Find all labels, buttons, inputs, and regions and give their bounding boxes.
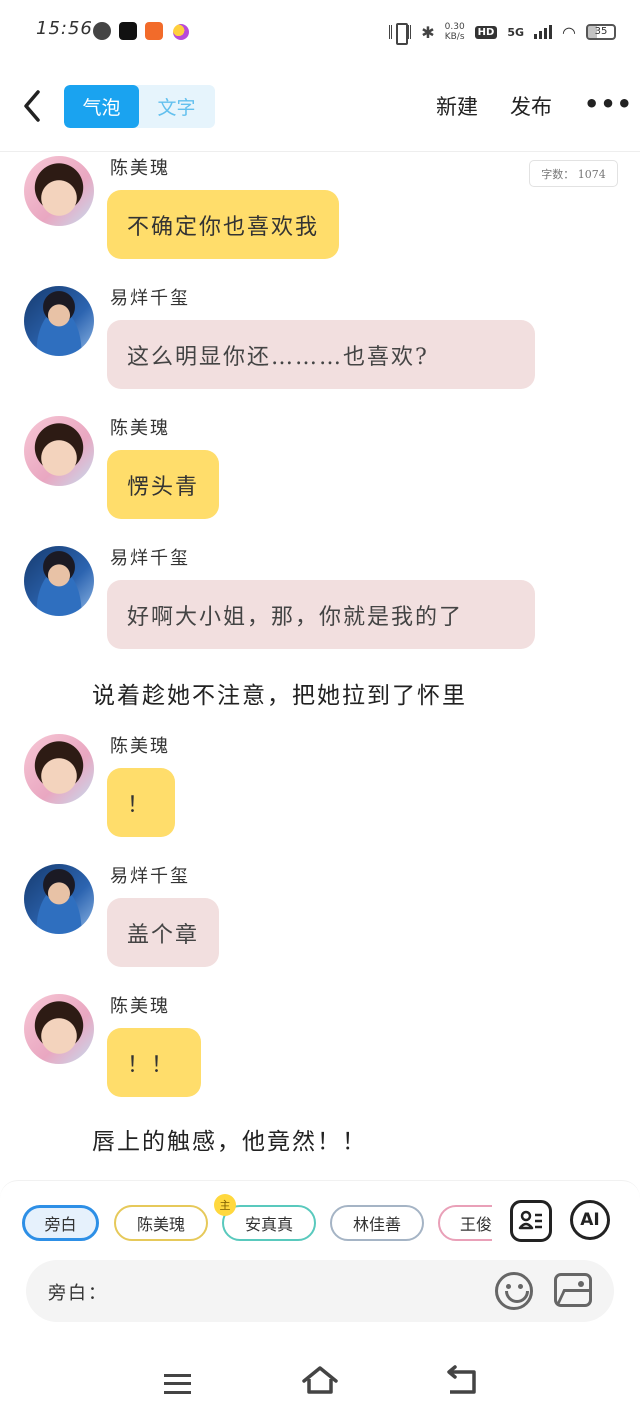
system-nav-bar bbox=[0, 1348, 640, 1422]
tab-text[interactable]: 文字 bbox=[139, 85, 214, 128]
task-app-icon bbox=[145, 22, 163, 40]
mode-switch: 气泡 文字 bbox=[64, 85, 215, 128]
avatar[interactable] bbox=[24, 864, 94, 934]
avatar[interactable] bbox=[24, 994, 94, 1064]
avatar[interactable] bbox=[24, 286, 94, 356]
role-chip[interactable]: 安真真 bbox=[222, 1205, 316, 1241]
role-selector: 旁白 陈美瑰 安真真 林佳善 王俊 bbox=[20, 1203, 492, 1245]
new-button[interactable]: 新建 bbox=[436, 91, 478, 121]
bluetooth-icon: ✱ bbox=[421, 22, 435, 42]
network-speed-value: 0.30 bbox=[444, 22, 465, 32]
status-time: 15:56 bbox=[36, 18, 93, 39]
signal-type: 5G bbox=[507, 25, 525, 39]
publish-button[interactable]: 发布 bbox=[510, 91, 552, 121]
role-chip[interactable]: 王俊 bbox=[438, 1205, 492, 1241]
speaker-name: 陈美瑰 bbox=[110, 996, 170, 1017]
role-chip-narration[interactable]: 旁白 bbox=[22, 1205, 99, 1241]
input-role-label: 旁白： bbox=[48, 1283, 108, 1304]
chat-area[interactable]: 字数： 1074 陈美瑰 不确定你也喜欢我 易烊千玺 这么明显你还………也喜欢?… bbox=[0, 152, 640, 1180]
tab-bubble[interactable]: 气泡 bbox=[64, 85, 139, 128]
battery-icon: 35 bbox=[586, 24, 616, 40]
globe-icon bbox=[93, 22, 111, 40]
hd-badge: HD bbox=[474, 25, 498, 39]
emoji-icon[interactable] bbox=[495, 1272, 533, 1310]
role-chip[interactable]: 陈美瑰 bbox=[114, 1205, 208, 1241]
back-arrow-icon bbox=[24, 90, 40, 122]
status-indicators: ✱ 0.30 KB/s HD 5G ◠ 35 bbox=[389, 18, 616, 46]
network-speed-unit: KB/s bbox=[444, 32, 465, 42]
app-notification-icon bbox=[173, 24, 189, 40]
speaker-name: 陈美瑰 bbox=[110, 736, 170, 757]
speaker-name: 陈美瑰 bbox=[110, 158, 170, 179]
speaker-name: 易烊千玺 bbox=[110, 288, 190, 309]
narration-text[interactable]: 说着趁她不注意，把她拉到了怀里 bbox=[92, 676, 467, 710]
speaker-name: 陈美瑰 bbox=[110, 418, 170, 439]
avatar[interactable] bbox=[24, 734, 94, 804]
role-chip[interactable]: 林佳善 bbox=[330, 1205, 424, 1241]
avatar[interactable] bbox=[24, 156, 94, 226]
wifi-icon: ◠ bbox=[562, 22, 576, 42]
avatar[interactable] bbox=[24, 416, 94, 486]
back-button[interactable] bbox=[18, 86, 48, 126]
menu-icon[interactable] bbox=[164, 1374, 191, 1394]
ai-button[interactable]: AI bbox=[570, 1200, 610, 1240]
speaker-name: 易烊千玺 bbox=[110, 866, 190, 887]
tiktok-icon bbox=[119, 22, 137, 40]
message-bubble[interactable]: ！ bbox=[107, 768, 175, 837]
status-bar: 15:56 ✱ 0.30 KB/s HD 5G ◠ 35 bbox=[0, 0, 640, 64]
message-bubble[interactable]: 盖个章 bbox=[107, 898, 220, 967]
message-bubble[interactable]: 这么明显你还………也喜欢? bbox=[107, 320, 535, 389]
message-bubble[interactable]: 不确定你也喜欢我 bbox=[107, 190, 340, 259]
contact-card-icon bbox=[518, 1210, 542, 1230]
narration-text[interactable]: 唇上的触感，他竟然！！ bbox=[92, 1122, 367, 1156]
message-bubble[interactable]: 愣头青 bbox=[107, 450, 220, 519]
avatar[interactable] bbox=[24, 546, 94, 616]
network-speed: 0.30 KB/s bbox=[445, 22, 465, 42]
top-toolbar: 气泡 文字 新建 发布 ••• bbox=[0, 64, 640, 152]
message-bubble[interactable]: ！！ bbox=[107, 1028, 201, 1097]
signal-icon bbox=[534, 25, 553, 39]
more-icon[interactable]: ••• bbox=[584, 90, 633, 118]
role-manage-button[interactable] bbox=[510, 1200, 552, 1242]
vibrate-icon bbox=[389, 23, 412, 45]
main-role-badge: 主 bbox=[214, 1194, 236, 1216]
message-bubble[interactable]: 好啊大小姐，那，你就是我的了 bbox=[107, 580, 535, 649]
image-icon[interactable] bbox=[554, 1273, 592, 1307]
home-icon[interactable] bbox=[300, 1364, 340, 1398]
battery-level: 35 bbox=[594, 26, 608, 37]
word-count-badge: 字数： 1074 bbox=[529, 160, 618, 187]
return-icon[interactable] bbox=[444, 1364, 478, 1398]
message-input[interactable]: 旁白： bbox=[26, 1260, 614, 1322]
speaker-name: 易烊千玺 bbox=[110, 548, 190, 569]
